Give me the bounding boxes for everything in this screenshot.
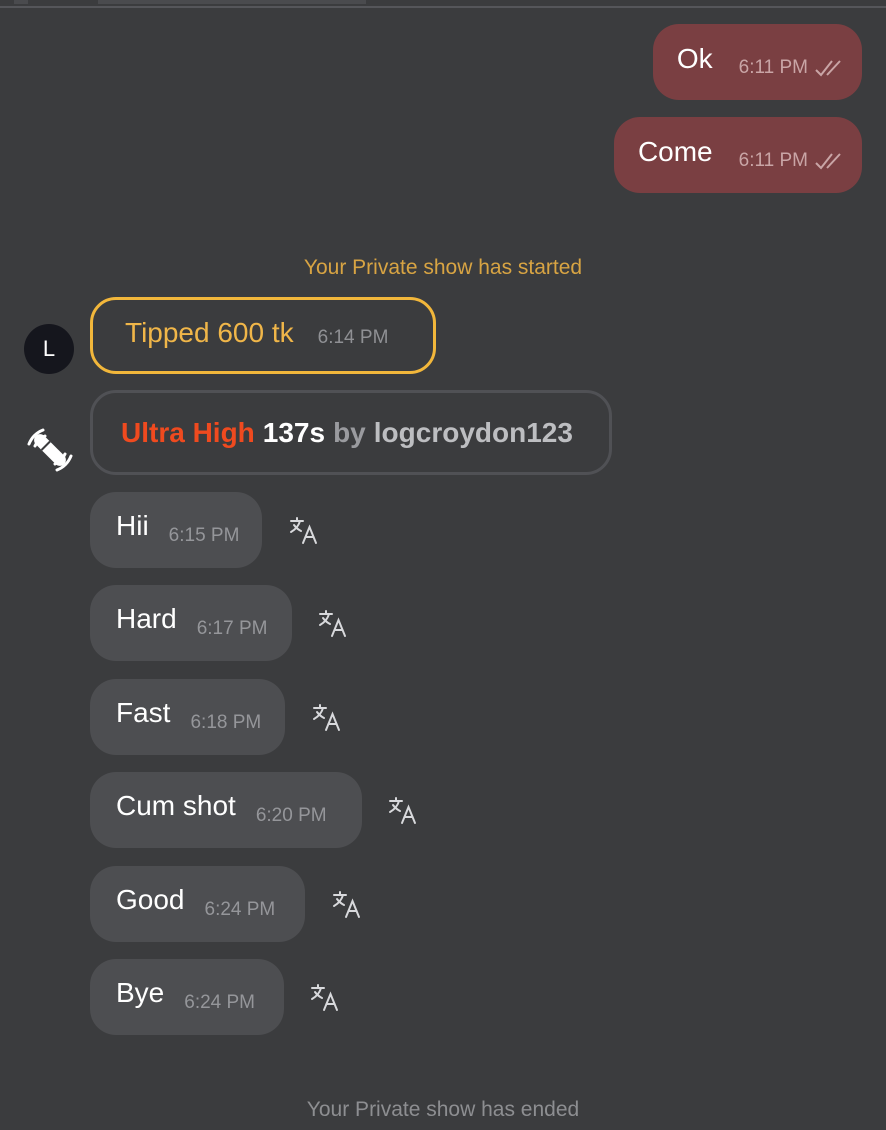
double-check-icon [815,153,841,170]
incoming-message[interactable]: Bye 6:24 PM [90,959,284,1035]
message-text: Hard [116,603,177,634]
toy-duration: 137s [262,416,326,448]
tip-message[interactable]: Tipped 600 tk 6:14 PM [90,297,436,374]
message-text: Cum shot [116,790,236,821]
translate-icon[interactable] [388,796,418,826]
chat-panel[interactable]: Ok 6:11 PM Come 6:11 PM Your Private sho… [0,0,886,1130]
top-divider [0,0,886,8]
message-text: Hii [116,510,149,541]
translate-icon[interactable] [289,516,319,546]
incoming-message[interactable]: Hard 6:17 PM [90,585,292,661]
message-time: 6:20 PM [255,805,327,826]
avatar[interactable]: L [24,324,74,374]
message-time: 6:11 PM [738,150,808,171]
message-time: 6:24 PM [184,992,256,1013]
message-time: 6:14 PM [317,326,389,348]
message-text: Come [637,136,713,167]
toy-activation-message[interactable]: Ultra High 137s by logcroydon123 [90,390,612,475]
message-text: Fast [116,697,171,728]
message-time: 6:17 PM [196,618,268,639]
message-time: 6:15 PM [168,525,240,546]
incoming-message[interactable]: Hii 6:15 PM [90,492,262,568]
tip-text: Tipped 600 tk [125,316,294,348]
incoming-message[interactable]: Cum shot 6:20 PM [90,772,362,848]
system-message-started: Your Private show has started [303,256,583,279]
outgoing-message[interactable]: Come 6:11 PM [613,117,862,193]
message-text: Good [116,884,185,915]
incoming-message[interactable]: Fast 6:18 PM [90,679,285,755]
message-text: Bye [116,977,165,1008]
toy-username[interactable]: logcroydon123 [374,417,573,449]
message-time: 6:18 PM [190,712,262,733]
message-text: Ok [676,43,713,74]
system-message-ended: Your Private show has ended [306,1098,580,1121]
vibrate-toy-icon [27,428,73,472]
outgoing-message[interactable]: Ok 6:11 PM [652,24,862,100]
incoming-message[interactable]: Good 6:24 PM [90,866,305,942]
toy-by-label: by [333,416,366,448]
translate-icon[interactable] [310,983,340,1013]
message-time: 6:24 PM [204,899,276,920]
toy-level: Ultra High [121,416,255,448]
translate-icon[interactable] [312,703,342,733]
translate-icon[interactable] [318,609,348,639]
message-time: 6:11 PM [738,57,808,78]
translate-icon[interactable] [332,890,362,920]
double-check-icon [815,60,841,77]
